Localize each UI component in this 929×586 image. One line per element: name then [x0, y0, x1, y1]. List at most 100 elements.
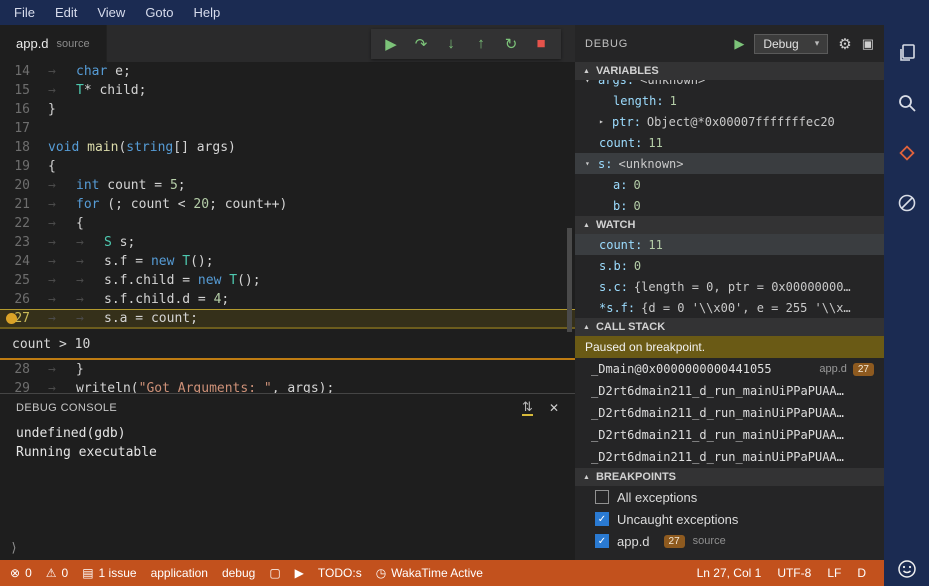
code-line[interactable]: 16}: [0, 100, 575, 119]
section-watch[interactable]: ▲ WATCH: [575, 216, 884, 234]
code-line[interactable]: 14 → char e;: [0, 62, 575, 81]
watch-row[interactable]: count:11: [575, 234, 884, 255]
line-number[interactable]: 15: [0, 81, 46, 100]
section-breakpoints[interactable]: ▲ BREAKPOINTS: [575, 468, 884, 486]
stack-frame[interactable]: _Dmain@0x0000000000441055 app.d 27: [575, 358, 884, 380]
checkbox[interactable]: [595, 490, 609, 504]
status-errors[interactable]: ⊗ 0: [10, 566, 32, 580]
code-line[interactable]: 27 → → s.a = count;: [0, 309, 575, 328]
menu-item-help[interactable]: Help: [184, 2, 231, 23]
line-number[interactable]: 26: [0, 290, 46, 309]
close-icon[interactable]: ✕: [549, 401, 559, 415]
step-into-button[interactable]: ↓: [439, 33, 463, 55]
status-warnings[interactable]: ⚠ 0: [46, 566, 68, 580]
variable-row[interactable]: ▾ args: <unknown>: [575, 80, 884, 90]
watch-row[interactable]: *s.f: {d = 0 '\\x00', e = 255 '\\x…: [575, 297, 884, 318]
status-language-mode[interactable]: D: [857, 566, 866, 580]
code-line[interactable]: 17: [0, 119, 575, 138]
section-variables[interactable]: ▲ VARIABLES: [575, 62, 884, 80]
code-line[interactable]: 20 → int count = 5;: [0, 176, 575, 195]
variable-row[interactable]: count:11: [575, 132, 884, 153]
checkbox[interactable]: ✓: [595, 512, 609, 526]
step-out-button[interactable]: ↑: [469, 33, 493, 55]
debug-off-icon[interactable]: [895, 191, 919, 215]
console-input-prompt[interactable]: ⟩: [10, 541, 18, 556]
code-line[interactable]: 15 → T* child;: [0, 81, 575, 100]
status-debug-config[interactable]: debug: [222, 566, 255, 580]
restart-button[interactable]: ↻: [499, 33, 523, 55]
code-line[interactable]: 24 → → s.f = new T();: [0, 252, 575, 271]
line-number[interactable]: 21: [0, 195, 46, 214]
code-line[interactable]: 18 void main(string[] args): [0, 138, 575, 157]
status-cursor-position[interactable]: Ln 27, Col 1: [697, 566, 762, 580]
code-line[interactable]: 28 →}: [0, 360, 575, 379]
watch-row[interactable]: s.c: {length = 0, ptr = 0x00000000…: [575, 276, 884, 297]
tab-app-d[interactable]: app.d source: [0, 25, 107, 62]
line-number[interactable]: 22: [0, 214, 46, 233]
checkbox[interactable]: ✓: [595, 534, 609, 548]
status-application[interactable]: application: [151, 566, 208, 580]
status-eol[interactable]: LF: [827, 566, 841, 580]
line-number[interactable]: 24: [0, 252, 46, 271]
stack-frame[interactable]: _D2rt6dmain211_d_run_mainUiPPaPUAA…: [575, 446, 884, 468]
debug-console-icon[interactable]: ▣: [862, 36, 874, 52]
line-number[interactable]: 25: [0, 271, 46, 290]
stack-frame[interactable]: _D2rt6dmain211_d_run_mainUiPPaPUAA…: [575, 424, 884, 446]
line-number[interactable]: 14: [0, 62, 46, 81]
menu-item-view[interactable]: View: [87, 2, 135, 23]
variable-row[interactable]: a:0: [575, 174, 884, 195]
smiley-icon[interactable]: [884, 559, 929, 579]
section-call-stack[interactable]: ▲ CALL STACK: [575, 318, 884, 336]
code-line[interactable]: 25 → → s.f.child = new T();: [0, 271, 575, 290]
status-file[interactable]: ▢: [269, 566, 280, 580]
line-number[interactable]: 29: [0, 379, 46, 393]
line-number[interactable]: 19: [0, 157, 46, 176]
code-line[interactable]: 22 →{: [0, 214, 575, 233]
stop-button[interactable]: ■: [529, 33, 553, 55]
breakpoint-item[interactable]: All exceptions: [575, 486, 884, 508]
editor-scrollbar[interactable]: [567, 228, 572, 332]
search-icon[interactable]: [895, 91, 919, 115]
code-line[interactable]: 29 → writeln("Got Arguments: ", args);: [0, 379, 575, 393]
menu-item-goto[interactable]: Goto: [135, 2, 183, 23]
tab-hint: source: [56, 37, 90, 50]
breakpoint-item[interactable]: ✓ Uncaught exceptions: [575, 508, 884, 530]
watch-row[interactable]: s.b:0: [575, 255, 884, 276]
status-run[interactable]: ▶: [295, 566, 304, 580]
code-line[interactable]: 23 → → S s;: [0, 233, 575, 252]
debug-config-dropdown[interactable]: Debug ▾: [754, 33, 829, 54]
breakpoint-dot[interactable]: [6, 313, 17, 324]
status-issues[interactable]: ▤ 1 issue: [82, 566, 136, 580]
line-number[interactable]: 18: [0, 138, 46, 157]
status-encoding[interactable]: UTF-8: [777, 566, 811, 580]
line-number[interactable]: 16: [0, 100, 46, 119]
diamond-icon[interactable]: [895, 141, 919, 165]
continue-button[interactable]: ▶: [379, 33, 403, 55]
status-todos[interactable]: TODO:s: [318, 566, 362, 580]
filter-icon[interactable]: ⇅: [522, 400, 533, 416]
start-debug-icon[interactable]: ▶: [734, 36, 744, 52]
breakpoint-item[interactable]: ✓ app.d 27 source: [575, 530, 884, 552]
gear-icon[interactable]: ⚙: [838, 35, 851, 53]
variable-row[interactable]: length:1: [575, 90, 884, 111]
breakpoint-condition-widget[interactable]: count > 10: [0, 328, 575, 360]
line-number[interactable]: 28: [0, 360, 46, 379]
code-line[interactable]: 19{: [0, 157, 575, 176]
collapse-icon: ▲: [583, 221, 590, 229]
line-number[interactable]: 20: [0, 176, 46, 195]
code-line[interactable]: 26 → → s.f.child.d = 4;: [0, 290, 575, 309]
variable-row[interactable]: ▾ s: <unknown>: [575, 153, 884, 174]
line-number[interactable]: 17: [0, 119, 46, 138]
variable-row[interactable]: ▸ ptr: Object@*0x00007fffffffec20: [575, 111, 884, 132]
variable-row[interactable]: b:0: [575, 195, 884, 216]
line-number[interactable]: 23: [0, 233, 46, 252]
files-icon[interactable]: [895, 41, 919, 65]
menu-item-edit[interactable]: Edit: [45, 2, 87, 23]
status-wakatime[interactable]: ◷ WakaTime Active: [376, 566, 483, 580]
stack-frame[interactable]: _D2rt6dmain211_d_run_mainUiPPaPUAA…: [575, 402, 884, 424]
step-over-button[interactable]: ↷: [409, 33, 433, 55]
stack-frame[interactable]: _D2rt6dmain211_d_run_mainUiPPaPUAA…: [575, 380, 884, 402]
menu-item-file[interactable]: File: [4, 2, 45, 23]
code-line[interactable]: 21 → for (; count < 20; count++): [0, 195, 575, 214]
